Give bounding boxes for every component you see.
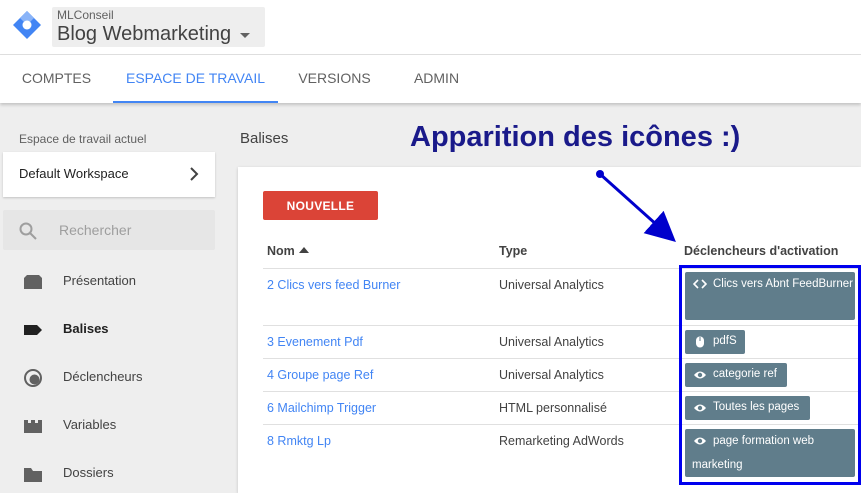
workspace-label: Espace de travail actuel xyxy=(19,132,147,146)
new-tag-button[interactable]: NOUVELLE xyxy=(263,191,378,220)
column-header-label: Nom xyxy=(267,244,295,258)
overview-icon xyxy=(24,275,42,289)
search-input[interactable] xyxy=(59,219,209,241)
sidebar-item-label: Variables xyxy=(63,417,117,432)
sidebar: Espace de travail actuel Default Workspa… xyxy=(0,104,230,493)
tag-name-link[interactable]: 6 Mailchimp Trigger xyxy=(267,401,376,415)
sidebar-item-label: Déclencheurs xyxy=(63,369,143,384)
workspace-selector[interactable]: Default Workspace xyxy=(3,152,215,197)
caret-down-icon xyxy=(240,33,250,38)
workspace-name: Default Workspace xyxy=(19,166,129,181)
tag-name-link[interactable]: 3 Evenement Pdf xyxy=(267,335,363,349)
annotation-text: Apparition des icônes :) xyxy=(410,121,741,153)
trigger-icon xyxy=(24,369,42,387)
tag-icon xyxy=(24,325,42,335)
container-switcher[interactable]: MLConseil Blog Webmarketing xyxy=(52,7,265,47)
sidebar-item-label: Présentation xyxy=(63,273,136,288)
tab-bar: COMPTES ESPACE DE TRAVAIL VERSIONS ADMIN xyxy=(0,55,861,103)
sort-ascending-icon xyxy=(298,247,309,253)
tab-espace-de-travail[interactable]: ESPACE DE TRAVAIL xyxy=(113,55,278,103)
variables-icon xyxy=(24,420,42,433)
sidebar-item-label: Balises xyxy=(63,321,109,336)
chevron-right-icon xyxy=(190,167,199,181)
sidebar-item-balises[interactable]: Balises xyxy=(0,310,230,350)
tag-type: HTML personnalisé xyxy=(499,401,607,415)
container-name: Blog Webmarketing xyxy=(57,23,232,45)
tag-name-link[interactable]: 8 Rmktg Lp xyxy=(267,434,331,448)
sidebar-item-dossiers[interactable]: Dossiers xyxy=(0,454,230,493)
column-header-type[interactable]: Type xyxy=(499,244,527,258)
page-title: Balises xyxy=(240,130,289,147)
tag-type: Universal Analytics xyxy=(499,278,604,292)
tag-type: Remarketing AdWords xyxy=(499,434,624,448)
search-icon xyxy=(19,222,37,240)
tag-name-link[interactable]: 4 Groupe page Ref xyxy=(267,368,373,382)
sidebar-item-variables[interactable]: Variables xyxy=(0,406,230,446)
tab-comptes[interactable]: COMPTES xyxy=(0,55,113,103)
column-header-name[interactable]: Nom xyxy=(267,244,309,258)
tag-type: Universal Analytics xyxy=(499,335,604,349)
tag-type: Universal Analytics xyxy=(499,368,604,382)
sidebar-item-presentation[interactable]: Présentation xyxy=(0,262,230,302)
column-header-triggers[interactable]: Déclencheurs d'activation xyxy=(684,244,838,258)
sidebar-item-label: Dossiers xyxy=(63,465,114,480)
highlight-box xyxy=(679,265,861,485)
tab-versions[interactable]: VERSIONS xyxy=(278,55,391,103)
top-bar: MLConseil Blog Webmarketing xyxy=(0,0,861,55)
folder-icon xyxy=(24,468,42,482)
tag-manager-logo-icon[interactable] xyxy=(12,10,42,40)
search-box[interactable] xyxy=(3,210,215,250)
sidebar-item-declencheurs[interactable]: Déclencheurs xyxy=(0,358,230,398)
tag-name-link[interactable]: 2 Clics vers feed Burner xyxy=(267,278,400,292)
tab-admin[interactable]: ADMIN xyxy=(391,55,482,103)
account-name: MLConseil xyxy=(57,8,114,22)
